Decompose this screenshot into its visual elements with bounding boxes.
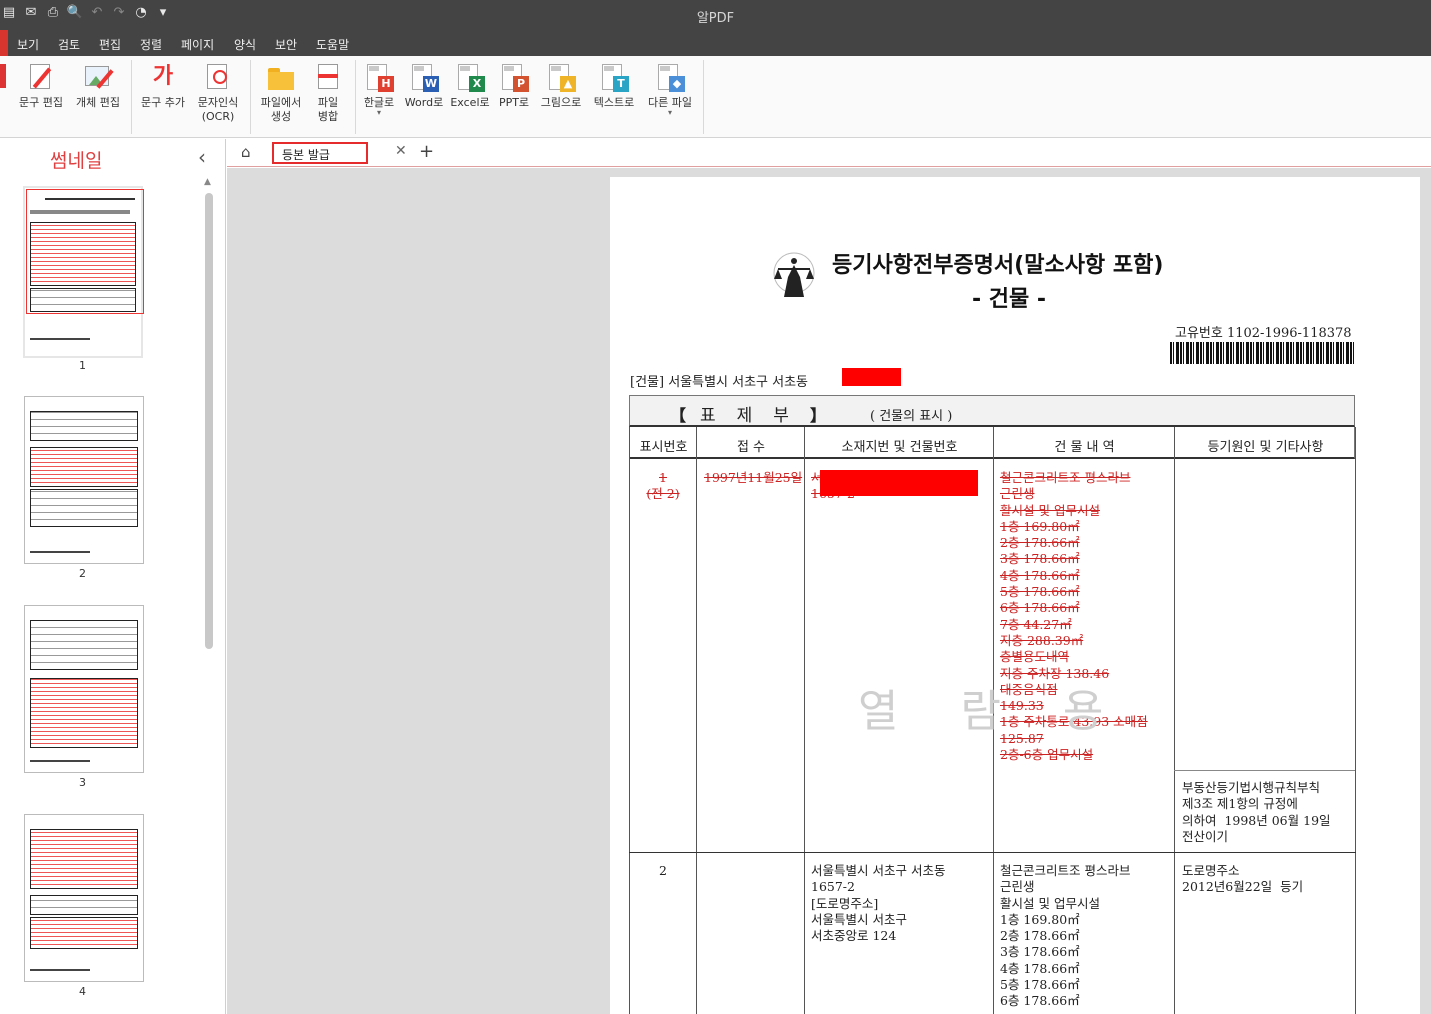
document-title: 등기사항전부증명서(말소사항 포함) [832,253,1164,278]
thumbnail-page-number: 2 [79,567,86,580]
menu-edit[interactable]: 편집 [99,36,121,53]
thumbnail-page-2[interactable] [24,396,144,564]
collapse-panel-icon[interactable]: ‹ [198,145,206,169]
document-tab[interactable]: 등본 발급 [272,142,368,164]
thumbnail-page-number: 4 [79,985,86,998]
document-tab-strip: ⌂ 등본 발급 ✕ + [227,139,1431,167]
table-header-row: 표시번호 접 수 소재지번 및 건물번호 건 물 내 역 등기원인 및 기타사항 [629,427,1355,459]
convert-excel-button[interactable]: X Excel로 [448,62,492,110]
object-edit-button[interactable]: 개체 편집 [70,62,126,110]
thumbnail-page-3[interactable] [24,605,144,773]
row1-display-no: 1 (전 2) [646,470,680,502]
convert-ppt-button[interactable]: P PPT로 [494,62,534,110]
file-menu-button[interactable] [0,30,8,56]
watermark: 열 람 용 [858,686,1128,737]
word-icon: W [409,62,439,92]
row2-display-no: 2 [659,863,667,878]
close-tab-icon[interactable]: ✕ [395,143,407,159]
home-icon[interactable]: ⌂ [241,143,251,161]
row2-location: 서울특별시 서초구 서초동 1657-2 [도로명주소] 서울특별시 서초구 서… [811,863,946,944]
header-cause: 등기원인 및 기타사항 [1207,440,1324,455]
row2-cause: 도로명주소 2012년6월22일 등기 [1182,863,1304,895]
menu-bar: 보기 검토 편집 정렬 페이지 양식 보안 도움말 [0,30,1431,56]
add-tab-icon[interactable]: + [419,141,434,162]
menu-arrange[interactable]: 정렬 [140,36,162,53]
convert-word-button[interactable]: W Word로 [402,62,446,110]
section-header: 【 표제부 】 ( 건물의 표시 ) [629,395,1355,427]
section-subtitle: ( 건물의 표시 ) [870,409,953,424]
header-display-no: 표시번호 [639,440,688,455]
ribbon-toolbar: 문구 편집 개체 편집 가 문구 추가 문자인식 (OCR) 파일에서 생성 파… [0,56,1431,138]
ocr-icon [203,62,233,92]
folder-icon [266,62,296,92]
thumbnail-page-1[interactable] [23,186,144,358]
convert-hwp-button[interactable]: H 한글로 ▾ [358,62,400,117]
object-edit-icon [83,62,114,92]
row1-receipt-date: 1997년11월25일 [704,470,803,485]
header-building-details: 건 물 내 역 [1054,440,1115,455]
thumbnail-scrollbar[interactable]: ▲ [201,177,215,1014]
scrollbar-thumb[interactable] [205,193,213,649]
title-bar: ▤ ✉ ⎙ 🔍 ↶ ↷ ◔ ▾ 알PDF [0,0,1431,30]
merge-files-button[interactable]: 파일 병합 [310,62,346,124]
add-text-icon: 가 [152,64,174,89]
building-address: [건물] 서울특별시 서초구 서초동 [630,375,809,390]
menu-help[interactable]: 도움말 [316,36,349,53]
app-title: 알PDF [696,11,735,26]
menu-view[interactable]: 보기 [17,36,39,53]
convert-text-button[interactable]: T 텍스트로 [588,62,640,110]
hwp-dropdown-icon[interactable]: ▾ [358,109,400,117]
header-receipt: 접 수 [736,440,766,455]
partial-tool-icon [0,64,6,88]
other-file-icon: ◆ [655,62,685,92]
thumbnail-page-4[interactable] [24,814,144,982]
thumbnail-page-number: 1 [79,359,86,372]
thumbnail-panel-title: 썸네일 [50,150,103,172]
menu-page[interactable]: 페이지 [181,36,214,53]
menu-form[interactable]: 양식 [234,36,256,53]
row1-cause: 부동산등기법시행규칙부칙 제3조 제1항의 규정에 의하여 1998년 06월 … [1182,780,1331,844]
redaction-box [842,368,901,386]
pdf-page: 등기사항전부증명서(말소사항 포함) - 건물 - 고유번호 1102-1996… [610,177,1420,1014]
image-icon: ▲ [546,62,576,92]
court-seal-icon [773,252,815,297]
unique-number: 고유번호 1102-1996-118378 [1175,326,1352,341]
row2-building-details: 철근콘크리트조 평스라브 근린생 활시설 및 업무시설 1층 169.80㎡ 2… [1000,863,1131,1009]
ppt-icon: P [499,62,529,92]
hwp-icon: H [364,62,394,92]
thumbnail-page-number: 3 [79,776,86,789]
ocr-button[interactable]: 문자인식 (OCR) [192,62,244,124]
create-from-file-button[interactable]: 파일에서 생성 [255,62,307,124]
document-subtitle: - 건물 - [972,287,1047,312]
convert-image-button[interactable]: ▲ 그림으로 [536,62,586,110]
document-viewer[interactable]: 등기사항전부증명서(말소사항 포함) - 건물 - 고유번호 1102-1996… [227,168,1431,1014]
convert-other-button[interactable]: ◆ 다른 파일 ▾ [642,62,698,117]
redaction-box [820,470,978,496]
text-edit-icon [26,62,56,92]
thumbnail-panel: 썸네일 ‹ 1 2 3 4 ▲ [0,139,226,1014]
merge-icon [313,62,343,92]
barcode [1170,342,1354,364]
section-title: 표제부 [700,406,810,426]
scroll-up-icon[interactable]: ▲ [204,177,211,187]
header-location: 소재지번 및 건물번호 [841,440,958,455]
other-file-dropdown-icon[interactable]: ▾ [642,109,698,117]
excel-icon: X [455,62,485,92]
text-file-icon: T [599,62,629,92]
menu-review[interactable]: 검토 [58,36,80,53]
text-edit-button[interactable]: 문구 편집 [14,62,68,110]
add-text-button[interactable]: 가 문구 추가 [136,62,190,110]
menu-security[interactable]: 보안 [275,36,297,53]
